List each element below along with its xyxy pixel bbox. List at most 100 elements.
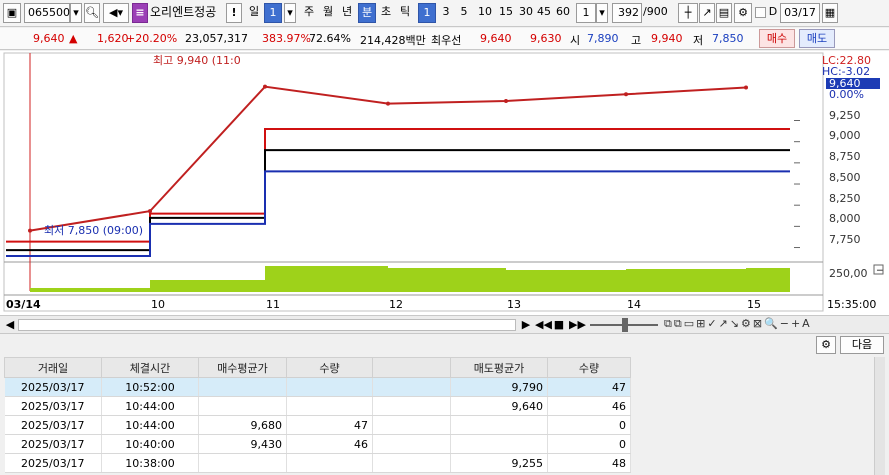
- period-year[interactable]: 년: [339, 3, 355, 23]
- stop-icon[interactable]: ■: [552, 318, 566, 332]
- cell: 9,255: [450, 453, 548, 473]
- table-row[interactable]: 2025/03/17 10:52:00 9,790 47: [4, 377, 631, 397]
- table-row[interactable]: 2025/03/17 10:44:00 9,640 46: [4, 396, 631, 416]
- calendar-icon[interactable]: ▦: [822, 3, 838, 23]
- table-scrollbar[interactable]: [874, 357, 885, 475]
- count-dropdown-icon[interactable]: ▾: [596, 3, 608, 23]
- period-minute[interactable]: 분: [358, 3, 376, 23]
- up-arrow-icon: ▲: [69, 32, 78, 45]
- trade-table-panel: ⚙ 다음 거래일 체결시간 매수평균가 수량 매도평균가 수량 2025/03/…: [0, 334, 889, 475]
- candle-icon[interactable]: ┼: [678, 3, 698, 23]
- chart-scrollbar[interactable]: [18, 319, 516, 331]
- open-price: 7,890: [587, 32, 619, 45]
- col-sell-qty: 수량: [547, 357, 631, 378]
- col-time: 체결시간: [101, 357, 199, 378]
- gear-icon[interactable]: ⚙: [734, 3, 752, 23]
- alert-button[interactable]: !: [226, 3, 242, 23]
- date-input[interactable]: 03/17: [780, 3, 820, 23]
- cell: [198, 453, 287, 473]
- cell: [286, 396, 373, 416]
- col-spacer: [372, 357, 451, 378]
- period-month[interactable]: 월: [320, 3, 336, 23]
- search-icon[interactable]: 🔍︎: [84, 3, 100, 23]
- x-label: 14: [627, 298, 641, 311]
- volume-bar: [746, 268, 790, 292]
- price-point: [504, 99, 508, 104]
- quote-bar: 9,640 ▲ 1,620 +20.20% 23,057,317 383.97%…: [0, 28, 889, 50]
- minute-45[interactable]: 45: [534, 3, 554, 23]
- cell: 10:38:00: [101, 453, 199, 473]
- drawing-tools[interactable]: ⧉⧉▭⊞✓↗↘⚙⊠🔍−+A: [664, 317, 884, 333]
- scroll-right-icon[interactable]: ▶: [520, 318, 532, 332]
- cell: 10:44:00: [101, 415, 199, 435]
- minute-10[interactable]: 10: [475, 3, 495, 23]
- minute-15[interactable]: 15: [496, 3, 516, 23]
- save-icon[interactable]: ▤: [716, 3, 732, 23]
- settings-gear-icon[interactable]: ⚙: [816, 336, 836, 354]
- x-label: 03/14: [6, 298, 41, 311]
- period-second[interactable]: 초: [378, 3, 394, 23]
- price-point: [263, 84, 267, 89]
- stock-code-input[interactable]: 065500: [24, 3, 70, 23]
- draw-icon[interactable]: ↗: [699, 3, 715, 23]
- minute-30[interactable]: 30: [516, 3, 536, 23]
- x-label: 11: [266, 298, 280, 311]
- col-buy-qty: 수량: [286, 357, 373, 378]
- volume-bar: [388, 268, 506, 292]
- cell: [372, 377, 451, 397]
- low-marker: 최저 7,850 (09:00): [44, 224, 143, 237]
- period-value-input[interactable]: 1: [264, 3, 282, 23]
- cell: [372, 396, 451, 416]
- cell: 10:44:00: [101, 396, 199, 416]
- x-label: 10: [151, 298, 165, 311]
- time-label: 15:35:00: [827, 298, 876, 311]
- zoom-slider-handle[interactable]: [622, 318, 628, 332]
- window-icon[interactable]: ▣: [3, 3, 21, 23]
- cell: [372, 415, 451, 435]
- y-tick: 8,250: [829, 192, 861, 205]
- price-chart[interactable]: 최고 9,940 (11:0 최저 7,850 (09:00) LC:22.80…: [0, 51, 889, 316]
- count-input[interactable]: 1: [576, 3, 596, 23]
- period-unit[interactable]: 일: [246, 3, 262, 23]
- period-tick[interactable]: 틱: [397, 3, 413, 23]
- minus-icon: −: [876, 266, 884, 276]
- high-label: 고: [631, 34, 642, 47]
- buy-button[interactable]: 매수: [759, 29, 795, 48]
- period-dropdown-icon[interactable]: ▾: [284, 3, 296, 23]
- code-dropdown-icon[interactable]: ▾: [70, 3, 82, 23]
- y-tick: 9,000: [829, 129, 861, 142]
- table-row[interactable]: 2025/03/17 10:38:00 9,255 48: [4, 453, 631, 473]
- price-point: [28, 228, 32, 233]
- minute-60[interactable]: 60: [553, 3, 573, 23]
- cell: 9,430: [198, 434, 287, 454]
- cell: [372, 434, 451, 454]
- volume-bar: [30, 288, 150, 292]
- price-point: [744, 85, 748, 90]
- minute-3[interactable]: 3: [438, 3, 454, 23]
- group-icon[interactable]: ≡: [132, 3, 148, 23]
- table-row[interactable]: 2025/03/17 10:44:00 9,680 47 0: [4, 415, 631, 435]
- scroll-left-icon[interactable]: ◀: [4, 318, 16, 332]
- next-button[interactable]: 다음: [840, 336, 884, 354]
- period-week[interactable]: 주: [301, 3, 317, 23]
- best-quote-label: 최우선: [431, 34, 462, 47]
- minute-5[interactable]: 5: [456, 3, 472, 23]
- display-count-input[interactable]: 392: [612, 3, 642, 23]
- chart-area[interactable]: 최고 9,940 (11:0 최저 7,850 (09:00) LC:22.80…: [0, 51, 889, 316]
- play-icon[interactable]: ▶▶: [569, 318, 586, 332]
- minute-1[interactable]: 1: [418, 3, 436, 23]
- chart-scroll-row: ◀ ▶ ◀◀ ■ ▶▶ ⧉⧉▭⊞✓↗↘⚙⊠🔍−+A: [0, 316, 889, 334]
- cell: 9,640: [450, 396, 548, 416]
- cell: [198, 377, 287, 397]
- rewind-icon[interactable]: ◀◀: [535, 318, 552, 332]
- y-tick: 8,000: [829, 212, 861, 225]
- x-label: 15: [747, 298, 761, 311]
- current-price: 9,640: [33, 32, 65, 45]
- sound-icon[interactable]: ◀▾: [103, 3, 129, 23]
- volume-bar: [265, 266, 388, 292]
- sell-button[interactable]: 매도: [799, 29, 835, 48]
- table-row[interactable]: 2025/03/17 10:40:00 9,430 46 0: [4, 434, 631, 454]
- d-checkbox[interactable]: [755, 7, 766, 18]
- price-point: [624, 92, 628, 97]
- stock-name: 오리엔트정공: [150, 5, 217, 19]
